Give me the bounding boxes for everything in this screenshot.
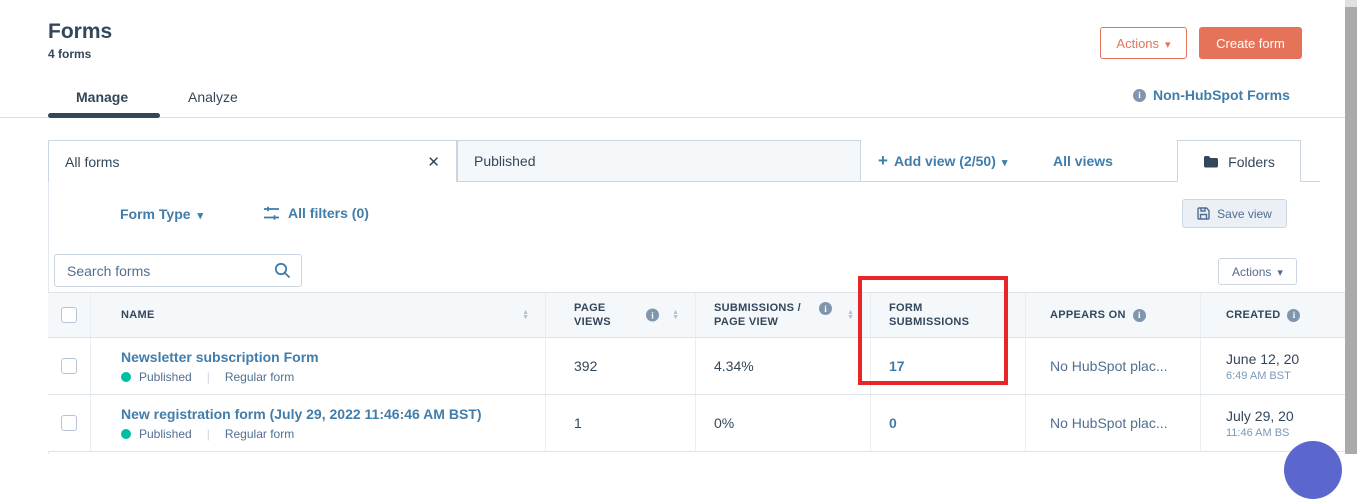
sort-arrows-icon[interactable] xyxy=(847,310,854,320)
actions-dropdown-button[interactable]: Actions xyxy=(1100,27,1187,59)
form-name-link[interactable]: Newsletter subscription Form xyxy=(121,349,319,365)
search-forms-box xyxy=(54,254,302,287)
status-dot-icon xyxy=(121,371,131,382)
actions-button-label: Actions xyxy=(1116,35,1160,51)
divider xyxy=(207,427,210,441)
form-type-value: Regular form xyxy=(224,426,295,441)
info-icon xyxy=(1133,88,1146,102)
created-cell: June 12, 20 6:49 AM BST xyxy=(1200,338,1345,394)
form-submissions-link[interactable]: 17 xyxy=(889,358,905,374)
sliders-icon xyxy=(263,206,280,221)
form-name-link[interactable]: New registration form (July 29, 2022 11:… xyxy=(121,406,482,422)
name-cell: Newsletter subscription Form Published R… xyxy=(90,338,545,394)
form-type-value: Regular form xyxy=(224,369,295,384)
create-form-button[interactable]: Create form xyxy=(1199,27,1302,59)
all-views-link[interactable]: All views xyxy=(1053,153,1113,169)
status-dot-icon xyxy=(121,428,131,439)
chevron-down-icon xyxy=(198,206,204,222)
column-header-name[interactable]: NAME xyxy=(90,293,545,337)
sort-arrows-icon[interactable] xyxy=(672,310,679,320)
folder-icon xyxy=(1203,155,1219,169)
page-title: Forms xyxy=(48,20,113,43)
forms-page: Forms 4 forms Actions Create form Manage… xyxy=(0,0,1357,499)
info-icon[interactable] xyxy=(1132,308,1146,322)
status-label: Published xyxy=(139,369,192,384)
view-tab-published[interactable]: Published xyxy=(457,140,861,182)
table-actions-label: Actions xyxy=(1232,264,1272,279)
form-type-label: Form Type xyxy=(120,206,191,222)
form-submissions-cell: 0 xyxy=(870,395,1025,451)
forms-table: NAME PAGE VIEWS SUBMISSIONS / PAGE VIEW … xyxy=(48,292,1345,452)
row-checkbox[interactable] xyxy=(61,358,77,374)
column-header-page-views[interactable]: PAGE VIEWS xyxy=(545,293,695,337)
view-tab-label: All forms xyxy=(65,153,120,170)
status-label: Published xyxy=(139,426,192,441)
header-divider xyxy=(0,117,1345,118)
scrollbar-thumb[interactable] xyxy=(1345,7,1357,454)
folders-tab[interactable]: Folders xyxy=(1177,140,1301,182)
table-header-row: NAME PAGE VIEWS SUBMISSIONS / PAGE VIEW … xyxy=(48,292,1345,338)
page-views-cell: 1 xyxy=(545,395,695,451)
close-icon[interactable] xyxy=(427,153,440,171)
save-icon xyxy=(1197,207,1210,220)
form-submissions-link[interactable]: 0 xyxy=(889,415,897,431)
column-header-form-submissions[interactable]: FORM SUBMISSIONS xyxy=(870,293,1025,337)
add-view-button[interactable]: Add view (2/50) xyxy=(878,151,1007,171)
save-view-button[interactable]: Save view xyxy=(1182,199,1287,228)
page-views-cell: 392 xyxy=(545,338,695,394)
appears-on-cell: No HubSpot plac... xyxy=(1025,338,1200,394)
chevron-down-icon xyxy=(1277,265,1283,279)
select-all-checkbox[interactable] xyxy=(61,307,77,323)
create-form-label: Create form xyxy=(1216,35,1285,51)
submissions-rate-cell: 4.34% xyxy=(695,338,870,394)
row-checkbox-cell xyxy=(48,338,90,394)
sort-arrows-icon[interactable] xyxy=(1002,310,1009,320)
info-icon[interactable] xyxy=(1287,308,1301,322)
chat-widget-button[interactable] xyxy=(1284,441,1342,499)
chevron-down-icon xyxy=(1165,36,1171,51)
non-hubspot-forms-link[interactable]: Non-HubSpot Forms xyxy=(1133,87,1290,103)
save-view-label: Save view xyxy=(1217,206,1272,221)
info-icon[interactable] xyxy=(646,308,659,322)
table-row: New registration form (July 29, 2022 11:… xyxy=(48,395,1345,452)
folders-label: Folders xyxy=(1228,153,1275,170)
view-tab-all-forms[interactable]: All forms xyxy=(48,140,457,182)
header-checkbox-cell xyxy=(48,293,90,337)
info-icon[interactable] xyxy=(819,302,832,315)
form-type-filter-dropdown[interactable]: Form Type xyxy=(120,206,203,222)
view-tab-label: Published xyxy=(474,153,536,169)
tab-manage[interactable]: Manage xyxy=(76,89,128,105)
chevron-down-icon xyxy=(1002,153,1008,169)
row-checkbox[interactable] xyxy=(61,415,77,431)
all-filters-button[interactable]: All filters (0) xyxy=(263,205,369,221)
plus-icon xyxy=(878,151,888,171)
column-header-created: CREATED xyxy=(1200,293,1345,337)
divider xyxy=(207,370,210,384)
submissions-rate-cell: 0% xyxy=(695,395,870,451)
row-checkbox-cell xyxy=(48,395,90,451)
appears-on-cell: No HubSpot plac... xyxy=(1025,395,1200,451)
search-icon[interactable] xyxy=(274,262,291,279)
active-tab-underline xyxy=(48,113,160,118)
sort-arrows-icon[interactable] xyxy=(522,310,529,320)
name-cell: New registration form (July 29, 2022 11:… xyxy=(90,395,545,451)
non-hubspot-forms-label: Non-HubSpot Forms xyxy=(1153,87,1290,103)
forms-count: 4 forms xyxy=(48,47,92,61)
add-view-label: Add view (2/50) xyxy=(893,153,996,169)
table-row: Newsletter subscription Form Published R… xyxy=(48,338,1345,395)
table-actions-dropdown-button[interactable]: Actions xyxy=(1218,258,1297,285)
all-filters-label: All filters (0) xyxy=(288,205,369,221)
search-input[interactable] xyxy=(67,262,274,279)
form-submissions-cell: 17 xyxy=(870,338,1025,394)
tab-analyze[interactable]: Analyze xyxy=(188,89,238,105)
column-header-appears-on: APPEARS ON xyxy=(1025,293,1200,337)
column-header-submissions-per-page-view[interactable]: SUBMISSIONS / PAGE VIEW xyxy=(695,293,870,337)
